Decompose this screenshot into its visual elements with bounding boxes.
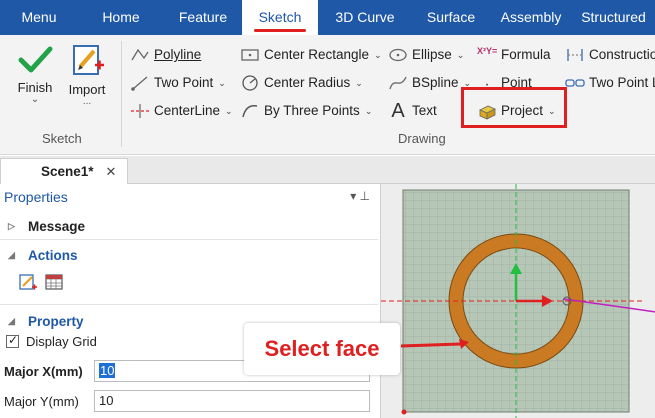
import-label: Import [68, 82, 106, 97]
display-grid-label: Display Grid [26, 334, 97, 349]
finish-button[interactable]: Finish ⌄ [10, 43, 60, 105]
menu-bar: Menu Home Feature Sketch 3D Curve Surfac… [0, 0, 655, 35]
document-tab-bar: Scene1* ✕ [0, 156, 655, 184]
tab-surface[interactable]: Surface [412, 0, 490, 35]
import-button[interactable]: Import ... [62, 43, 112, 107]
import-sketch-icon [73, 45, 104, 75]
polyline-label: Polyline [154, 47, 202, 62]
ellipse-button[interactable]: Ellipse ⌄ [388, 44, 464, 66]
section-property[interactable]: ◢ Property [8, 314, 84, 329]
arc-icon [242, 104, 258, 118]
two-point-line-button[interactable]: Two Point ⌄ [130, 72, 226, 94]
divider [0, 304, 378, 305]
tab-assembly[interactable]: Assembly [490, 0, 572, 35]
center-radius-label: Center Radius [264, 75, 351, 90]
chevron-down-icon: ⌄ [225, 106, 233, 116]
chevron-down-icon: ⌄ [456, 50, 465, 60]
chevron-down-icon: ⌄ [374, 50, 382, 60]
display-grid-checkbox[interactable]: Display Grid [6, 333, 97, 349]
text-button[interactable]: A Text [388, 100, 437, 122]
checkbox-checked-icon[interactable] [6, 333, 19, 348]
ellipse-icon [389, 48, 407, 62]
by-three-points-label: By Three Points [264, 103, 360, 118]
construction-button[interactable]: Constructio [565, 44, 655, 66]
ellipse-label: Ellipse [412, 47, 452, 62]
message-label: Message [28, 219, 86, 234]
two-point-line-icon [131, 76, 148, 91]
project-highlight-box [461, 87, 567, 128]
ribbon-separator [121, 41, 122, 147]
origin-marker [401, 409, 407, 415]
checkmark-icon [18, 46, 53, 73]
panel-title: Properties [4, 189, 68, 205]
finish-label: Finish [17, 80, 53, 95]
tab-3d-curve[interactable]: 3D Curve [318, 0, 412, 35]
sketch-tab-red-underline [254, 29, 306, 32]
scene-tab-label: Scene1* [41, 164, 94, 179]
table-icon[interactable] [44, 272, 64, 292]
formula-button[interactable]: X²Y= Formula [477, 44, 551, 66]
polyline-button[interactable]: Polyline [130, 44, 201, 66]
chevron-down-icon: ⌄ [364, 106, 373, 116]
actions-label: Actions [28, 248, 78, 263]
select-face-callout: Select face [244, 323, 400, 375]
tab-structured[interactable]: Structured [572, 0, 655, 35]
text-icon: A [391, 100, 405, 122]
formula-icon: X²Y= [477, 46, 498, 56]
center-rectangle-label: Center Rectangle [264, 47, 370, 62]
major-y-row: Major Y(mm) 10 [0, 389, 372, 413]
text-label: Text [412, 103, 437, 118]
tab-sketch[interactable]: Sketch [242, 0, 318, 35]
sketch-canvas[interactable] [381, 184, 655, 418]
tab-menu[interactable]: Menu [0, 0, 78, 35]
finish-dropdown-icon: ⌄ [30, 94, 40, 105]
two-point-l-button[interactable]: Two Point L [565, 72, 655, 94]
group-label-drawing: Drawing [398, 131, 446, 146]
properties-panel: Properties ▾ ⊥ ▷ Message ◢ Actions ◢ Pro… [0, 184, 380, 418]
panel-pin-icon[interactable]: ▾ ⊥ [350, 189, 370, 203]
major-x-value: 10 [99, 363, 116, 378]
formula-label: Formula [501, 47, 551, 62]
major-y-input[interactable]: 10 [94, 390, 370, 412]
chevron-down-icon: ⌄ [218, 78, 226, 88]
group-label-sketch: Sketch [42, 131, 82, 146]
construction-label: Constructio [589, 47, 655, 62]
section-message[interactable]: ▷ Message [8, 219, 85, 234]
centerline-button[interactable]: CenterLine ⌄ [130, 100, 233, 122]
bspline-label: BSpline [412, 75, 459, 90]
ribbon: Finish ⌄ Import ... Sketch Polyline Two … [0, 35, 655, 155]
bspline-icon [389, 76, 407, 90]
bspline-button[interactable]: BSpline ⌄ [388, 72, 471, 94]
construction-icon [567, 49, 583, 61]
major-y-label: Major Y(mm) [4, 393, 79, 409]
centerline-label: CenterLine [154, 103, 221, 118]
expand-arrow-icon: ▷ [8, 221, 15, 231]
divider [0, 239, 378, 240]
three-points-arc-button[interactable]: By Three Points ⌄ [240, 100, 372, 122]
tab-feature[interactable]: Feature [164, 0, 242, 35]
import-sub-label: ... [82, 96, 92, 107]
property-label: Property [28, 314, 84, 329]
circle-radius-icon [242, 75, 258, 91]
center-rectangle-icon [241, 49, 259, 61]
tab-scene1[interactable]: Scene1* ✕ [0, 158, 128, 184]
linked-points-icon [565, 79, 585, 87]
tab-sketch-label: Sketch [258, 9, 302, 25]
center-rectangle-button[interactable]: Center Rectangle ⌄ [240, 44, 382, 66]
edit-sketch-icon[interactable] [18, 272, 38, 292]
center-radius-button[interactable]: Center Radius ⌄ [240, 72, 363, 94]
two-point-l-label: Two Point L [589, 75, 655, 90]
callout-pointer-line [400, 342, 462, 348]
close-icon[interactable]: ✕ [106, 164, 117, 180]
chevron-down-icon: ⌄ [355, 78, 363, 88]
two-point-label: Two Point [154, 75, 214, 90]
collapse-arrow-icon: ◢ [8, 316, 15, 326]
collapse-arrow-icon: ◢ [8, 250, 15, 260]
3d-viewport[interactable] [380, 184, 655, 418]
major-x-label: Major X(mm) [4, 363, 83, 379]
polyline-icon [131, 48, 149, 61]
tab-home[interactable]: Home [78, 0, 164, 35]
centerline-icon [131, 104, 149, 118]
section-actions[interactable]: ◢ Actions [8, 248, 78, 263]
